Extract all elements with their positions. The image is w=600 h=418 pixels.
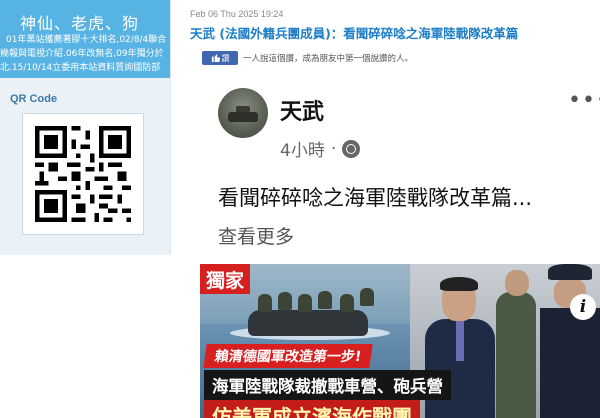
exclusive-badge: 獨家 [200, 264, 250, 294]
boat [248, 310, 368, 336]
post-time[interactable]: 4小時 [280, 136, 325, 161]
post-author[interactable]: 天武 [280, 94, 324, 126]
banner-line: 北.15/10/14立委用本站資料質詢國防部 [0, 63, 161, 73]
facebook-post: 天武 4小時 · ••• 看聞碎碎唸之海軍陸戰隊改革篇... 查看更多 獨家 i… [200, 80, 600, 418]
avatar[interactable] [218, 88, 268, 138]
news-headline: 仿美軍成立濱海作戰團 [204, 400, 420, 418]
see-more-link[interactable]: 查看更多 [218, 222, 294, 249]
like-button-label: 讚 [221, 53, 230, 63]
news-caption: 賴清德國軍改造第一步! [203, 344, 374, 368]
globe-icon [342, 139, 361, 158]
info-icon[interactable]: i [570, 294, 596, 320]
thumbs-up-icon [211, 53, 220, 64]
sidebar: 神仙、老虎、狗 01年黑站獲薦著膠十大排名,02/8/4聯合 幾報與電視介紹.0… [0, 0, 171, 255]
qr-code-icon [22, 113, 144, 235]
like-button[interactable]: 讚 [202, 51, 238, 65]
banner-line: 幾報與電視介紹.06年改無名,09年獨分於 [0, 49, 164, 59]
post-timestamp: 4小時 · [280, 136, 361, 161]
post-text: 看聞碎碎唸之海軍陸戰隊改革篇... [218, 186, 533, 210]
banner-line: 01年黑站獲薦著膠十大排名,02/8/4聯合 [6, 35, 167, 45]
like-count-text: 一人說這個讚，成為朋友中第一個說讚的人。 [243, 54, 414, 64]
news-caption: 海軍陸戰隊裁撤戰車營、砲兵營 [204, 370, 451, 400]
more-options-icon[interactable]: ••• [568, 88, 600, 113]
blog-banner[interactable]: 神仙、老虎、狗 01年黑站獲薦著膠十大排名,02/8/4聯合 幾報與電視介紹.0… [0, 0, 170, 78]
post-date: Feb 06 Thu 2025 19:24 [190, 9, 284, 19]
qr-code-heading: QR Code [10, 93, 58, 105]
banner-title: 神仙、老虎、狗 [20, 14, 140, 33]
news-image[interactable]: 獨家 i 賴清德國軍改造第一步! 海軍陸戰隊裁撤戰車營、砲兵營 仿美軍成立濱海作… [200, 264, 600, 418]
article-title[interactable]: 天武 (法國外籍兵團成員)：看聞碎碎唸之海軍陸戰隊改革篇 [190, 23, 518, 42]
